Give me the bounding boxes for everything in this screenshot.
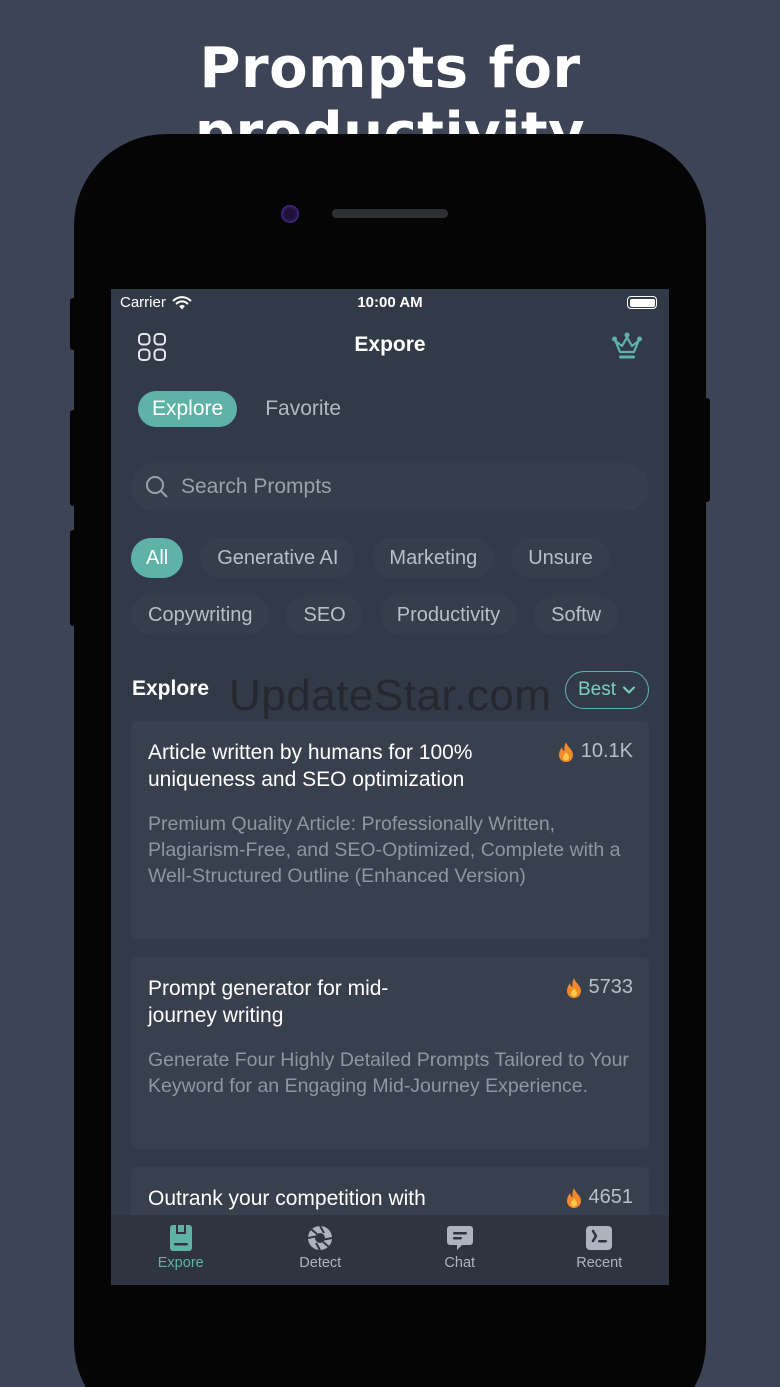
card-description: Generate Four Highly Detailed Prompts Ta… [148,1049,629,1097]
card-title: Outrank your competition with [148,1187,426,1210]
card-popularity: 10.1K [557,740,633,763]
card-popularity: 5733 [565,976,634,999]
tab-bar: Expore Detect Chat Recent [111,1215,669,1285]
fire-icon [566,1187,581,1208]
card-count-value: 5733 [588,976,634,998]
fire-icon [566,977,581,998]
tab-recent[interactable]: Recent [530,1215,670,1285]
fire-icon [558,741,573,762]
segment-explore[interactable]: Explore [138,391,238,427]
chip-copywriting[interactable]: Copywriting [131,595,270,635]
category-chips-row-1: All Generative AI Marketing Unsure [131,538,610,578]
prompt-book-icon [169,1225,192,1251]
tab-detect[interactable]: Detect [251,1215,391,1285]
search-input[interactable] [181,475,601,499]
aperture-icon [308,1225,333,1251]
earpiece-speaker [332,209,448,218]
tab-label: Chat [444,1255,476,1271]
tab-label: Detect [299,1255,342,1271]
search-bar[interactable] [131,463,649,511]
chip-software[interactable]: Softw [534,595,619,635]
card-count-value: 4651 [588,1186,634,1208]
tab-label: Recent [576,1255,623,1271]
prompt-card[interactable]: Prompt generator for mid-journey writing… [131,957,649,1149]
battery-icon [627,296,657,309]
card-title: Article written by humans for 100% uniqu… [148,741,473,791]
chat-bubble-icon [446,1226,473,1250]
tab-label: Expore [157,1255,204,1271]
crown-premium-icon[interactable] [611,331,643,361]
chip-generative-ai[interactable]: Generative AI [200,538,356,578]
card-description: Premium Quality Article: Professionally … [148,813,621,887]
history-icon [586,1226,613,1250]
chip-unsure[interactable]: Unsure [511,538,610,578]
chip-marketing[interactable]: Marketing [372,538,495,578]
chip-productivity[interactable]: Productivity [379,595,518,635]
search-icon [146,476,168,498]
segment-favorite[interactable]: Favorite [265,391,355,427]
card-popularity: 4651 [565,1186,634,1209]
chip-seo[interactable]: SEO [286,595,363,635]
status-time: 10:00 AM [357,294,423,311]
segment-control: Explore Favorite [138,391,355,427]
tab-expore[interactable]: Expore [111,1215,251,1285]
tab-chat[interactable]: Chat [390,1215,530,1285]
page-title: Expore [354,333,426,356]
front-camera [281,205,299,223]
section-header: Explore Best [132,671,649,709]
sort-label: Best [577,679,616,700]
card-count-value: 10.1K [580,740,633,762]
section-title: Explore [132,677,210,700]
chip-all[interactable]: All [131,538,184,578]
category-chips-row-2: Copywriting SEO Productivity Softw [131,595,619,635]
chevron-down-icon [623,686,635,694]
status-bar: Carrier 10:00 AM [111,289,669,315]
card-title: Prompt generator for mid-journey writing [148,977,389,1027]
sort-dropdown[interactable]: Best [564,671,649,709]
app-screen: Carrier 10:00 AM Expore Explore Favorite [111,289,669,1285]
prompt-card[interactable]: Article written by humans for 100% uniqu… [131,721,649,939]
